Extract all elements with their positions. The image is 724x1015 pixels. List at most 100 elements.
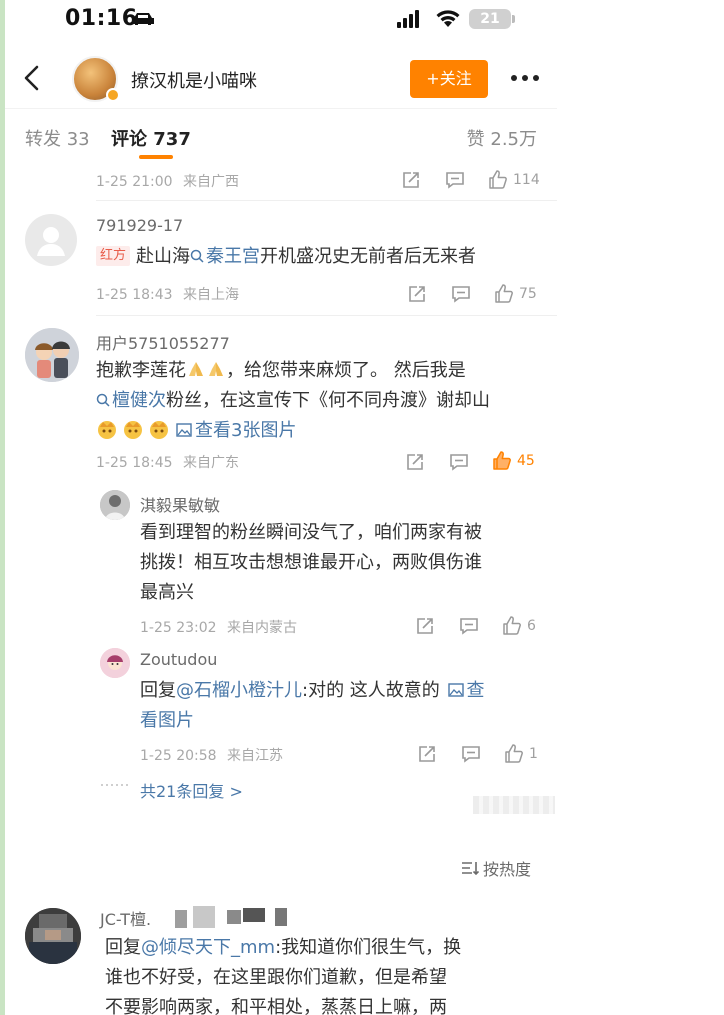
comment-text-line-3: 不要影响两家，和平相处，蒸蒸日上嘛，两 <box>105 997 447 1015</box>
image-icon <box>176 423 192 437</box>
comment-icon[interactable] <box>451 284 471 304</box>
comment-date: 1-25 21:00 <box>96 174 173 190</box>
like-button-active[interactable]: 45 <box>491 450 535 472</box>
reply-text-line-3: 最高兴 <box>140 582 194 603</box>
view-images-text: 查看3张图片 <box>195 420 297 441</box>
user-avatar[interactable] <box>25 908 81 964</box>
comment-text-part: 粉丝，在这宣传下《何不同舟渡》谢却山 <box>166 390 490 411</box>
repost-icon[interactable] <box>407 284 427 304</box>
comment-text-part: 赴山海 <box>136 246 191 267</box>
crown-emoji-icon <box>98 421 116 439</box>
thumbs-up-icon <box>489 170 507 189</box>
active-tab-indicator <box>139 155 173 159</box>
comment-location: 来自广西 <box>183 174 240 190</box>
more-replies-link[interactable]: 共21条回复 > <box>140 778 243 802</box>
status-bar: 01:16 21 <box>5 0 557 40</box>
reply-text-part: :对的 这人故意的 <box>302 680 440 701</box>
comment-icon[interactable] <box>449 452 469 472</box>
repost-icon[interactable] <box>405 452 425 472</box>
comment-icon[interactable] <box>461 744 481 764</box>
reply-username[interactable]: 淇毅果敏敏 <box>140 492 220 516</box>
like-button[interactable]: 1 <box>503 743 538 765</box>
reply-meta: 1-25 23:02 来自内蒙古 <box>140 617 297 637</box>
tab-comment[interactable]: 评论 737 <box>111 125 191 151</box>
reply-text-line-1: 回复@石榴小橙汁儿:对的 这人故意的 查 <box>140 676 485 706</box>
tab-like[interactable]: 赞 2.5万 <box>467 125 537 151</box>
comment-username[interactable]: 791929-17 <box>96 216 183 235</box>
comment-meta: 1-25 21:00 来自广西 <box>96 171 239 191</box>
pixelated-block <box>243 908 265 922</box>
like-count: 114 <box>513 172 540 188</box>
mention-link[interactable]: @倾尽天下_mm <box>141 937 275 958</box>
faction-badge: 红方 <box>96 246 131 266</box>
comment-text-line-3: 查看3张图片 <box>96 416 296 446</box>
user-photo-icon <box>100 490 130 520</box>
like-count: 1 <box>529 746 538 762</box>
divider <box>96 200 557 201</box>
comment-text-line-2: 谁也不好受，在这里跟你们道歉，但是希望 <box>105 967 447 988</box>
reply-meta: 1-25 20:58 来自江苏 <box>140 745 283 765</box>
status-time: 01:16 <box>65 6 138 31</box>
reply-date: 1-25 20:58 <box>140 748 217 764</box>
comment-text-part: :我知道你们很生气，换 <box>275 937 462 958</box>
comment-text-part: ，给您带来麻烦了。 然后我是 <box>226 360 466 381</box>
post-header: 撩汉机是小喵咪 +关注 <box>5 48 557 108</box>
author-name[interactable]: 撩汉机是小喵咪 <box>131 67 257 93</box>
verified-badge-icon <box>106 88 120 102</box>
comment-username[interactable]: 用户5751055277 <box>96 330 230 354</box>
crown-emoji-icon <box>124 421 142 439</box>
reply-avatar[interactable] <box>100 490 130 520</box>
view-images-link[interactable]: 查看3张图片 <box>174 420 296 441</box>
topic-link[interactable]: 秦王宫 <box>190 246 260 267</box>
cartoon-girl-avatar-icon <box>100 648 130 678</box>
reply-username[interactable]: Zoutudou <box>140 650 217 669</box>
comment-date: 1-25 18:45 <box>96 455 173 471</box>
like-button[interactable]: 114 <box>487 169 540 191</box>
comment-text: 红方 赴山海 秦王宫开机盛况史无前者后无来者 <box>96 242 476 272</box>
comment-text-line-1: 抱歉李莲花 ，给您带来麻烦了。 然后我是 <box>96 356 466 386</box>
comment-icon[interactable] <box>445 170 465 190</box>
pixelated-block <box>175 910 187 928</box>
sort-label: 按热度 <box>483 860 532 879</box>
comment-text-line-2: 檀健次粉丝，在这宣传下《何不同舟渡》谢却山 <box>96 386 490 416</box>
pray-emoji-icon <box>209 362 223 376</box>
topic-link[interactable]: 檀健次 <box>96 390 166 411</box>
comment-meta: 1-25 18:45 来自广东 <box>96 452 239 472</box>
divider <box>96 315 557 316</box>
view-image-link[interactable]: 查 <box>446 680 485 701</box>
dotted-line-icon <box>101 784 129 786</box>
right-blank-area <box>557 0 724 1015</box>
reply-prefix: 回复 <box>105 937 141 958</box>
mention-link[interactable]: @石榴小橙汁儿 <box>176 680 302 701</box>
pixelated-block <box>275 908 287 926</box>
sort-icon <box>462 862 479 876</box>
user-avatar[interactable] <box>25 328 79 382</box>
blurred-area <box>473 796 555 814</box>
reply-prefix: 回复 <box>140 680 176 701</box>
more-options-icon[interactable] <box>510 74 540 82</box>
like-count: 75 <box>519 286 537 302</box>
pixelated-block <box>193 906 215 928</box>
topic-text: 檀健次 <box>112 390 166 411</box>
default-avatar[interactable] <box>25 214 77 266</box>
comment-icon[interactable] <box>459 616 479 636</box>
pixelated-block <box>227 910 241 924</box>
sort-by-hot-button[interactable]: 按热度 <box>461 856 531 880</box>
crown-emoji-icon <box>150 421 168 439</box>
comment-meta: 1-25 18:43 来自上海 <box>96 284 239 304</box>
like-count: 6 <box>527 618 536 634</box>
default-avatar-icon <box>37 227 65 256</box>
search-icon <box>96 393 110 407</box>
repost-icon[interactable] <box>417 744 437 764</box>
like-button[interactable]: 6 <box>501 615 536 637</box>
follow-button[interactable]: +关注 <box>410 60 488 98</box>
back-arrow-icon[interactable] <box>19 64 43 92</box>
phone-screen: 01:16 21 撩汉机是小喵咪 +关注 转发 33 评论 737 赞 2.5万… <box>5 0 557 1015</box>
reply-avatar[interactable] <box>100 648 130 678</box>
view-image-link-cont[interactable]: 看图片 <box>140 706 194 736</box>
repost-icon[interactable] <box>401 170 421 190</box>
repost-icon[interactable] <box>415 616 435 636</box>
tab-repost[interactable]: 转发 33 <box>25 125 90 151</box>
like-button[interactable]: 75 <box>493 283 537 305</box>
comment-username[interactable]: JC-T檀. <box>100 906 151 930</box>
